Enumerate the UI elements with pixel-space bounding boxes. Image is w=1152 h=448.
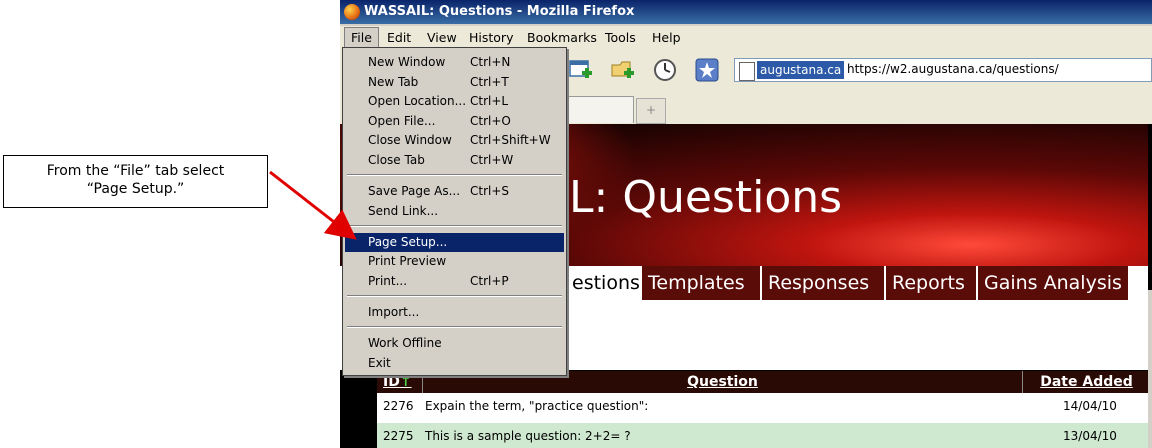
cell-question: This is a sample question: 2+2= ?	[425, 429, 631, 443]
menu-item-label: Print...	[368, 274, 408, 288]
callout-line-2: “Page Setup.”	[86, 181, 185, 197]
menu-separator	[347, 174, 562, 176]
menu-item-label: Open File...	[368, 114, 436, 128]
cell-question: Expain the term, "practice question":	[425, 399, 649, 413]
new-window-icon[interactable]	[568, 57, 594, 83]
url-text[interactable]: https://w2.augustana.ca/questions/	[847, 62, 1059, 76]
menu-item-save-page-as[interactable]: Save Page As... Ctrl+S	[345, 182, 564, 201]
cell-id: 2275	[383, 429, 414, 443]
menu-item-label: Close Tab	[368, 153, 425, 167]
cell-id: 2276	[383, 399, 414, 413]
firefox-logo-icon	[344, 4, 360, 20]
menu-item-shortcut: Ctrl+P	[470, 274, 509, 288]
cell-date: 14/04/10	[1063, 399, 1117, 413]
menu-item-label: Page Setup...	[368, 235, 448, 249]
menu-bar: File Edit View History Bookmarks Tools H…	[340, 26, 1152, 48]
nav-tab-gains-analysis[interactable]: Gains Analysis	[978, 266, 1130, 300]
menu-item-label: Save Page As...	[368, 184, 461, 198]
menu-item-shortcut: Ctrl+W	[470, 153, 514, 167]
menu-item-label: Close Window	[368, 133, 452, 147]
table-row[interactable]: 2275 This is a sample question: 2+2= ? 1…	[377, 423, 1148, 448]
url-bar[interactable]: augustana.ca https://w2.augustana.ca/que…	[734, 58, 1152, 82]
new-tab-button[interactable]: +	[636, 98, 666, 124]
menu-item-exit[interactable]: Exit	[345, 354, 564, 373]
new-tab-icon[interactable]	[610, 57, 636, 83]
menu-item-import[interactable]: Import...	[345, 303, 564, 322]
menu-edit[interactable]: Edit	[387, 30, 411, 45]
menu-item-open-location[interactable]: Open Location... Ctrl+L	[345, 92, 564, 111]
menu-item-shortcut: Ctrl+L	[470, 94, 509, 108]
menu-item-print[interactable]: Print... Ctrl+P	[345, 272, 564, 291]
site-identity[interactable]: augustana.ca	[757, 61, 845, 79]
menu-item-label: New Tab	[368, 75, 419, 89]
menu-history[interactable]: History	[469, 30, 513, 45]
menu-item-page-setup[interactable]: Page Setup...	[345, 233, 564, 252]
col-header-id-label: ID	[383, 374, 400, 390]
col-header-date-added[interactable]: Date Added	[1025, 371, 1148, 393]
menu-item-work-offline[interactable]: Work Offline	[345, 334, 564, 353]
menu-item-label: Exit	[368, 356, 391, 370]
menu-item-label: Import...	[368, 305, 420, 319]
page-icon	[739, 62, 755, 81]
nav-tab-templates[interactable]: Templates	[642, 266, 762, 300]
menu-item-label: Open Location...	[368, 94, 467, 108]
menu-file[interactable]: File	[344, 27, 379, 48]
nav-tab-responses[interactable]: Responses	[762, 266, 886, 300]
menu-item-new-tab[interactable]: New Tab Ctrl+T	[345, 73, 564, 92]
callout-line-1: From the “File” tab select	[46, 163, 225, 179]
nav-tab-reports[interactable]: Reports	[886, 266, 978, 300]
menu-item-open-file[interactable]: Open File... Ctrl+O	[345, 112, 564, 131]
menu-separator	[347, 225, 562, 227]
table-row[interactable]: 2276 Expain the term, "practice question…	[377, 393, 1148, 419]
menu-view[interactable]: View	[427, 30, 457, 45]
menu-tools[interactable]: Tools	[605, 30, 636, 45]
banner-title: L: Questions	[569, 172, 843, 223]
menu-item-shortcut: Ctrl+T	[470, 75, 509, 89]
menu-item-shortcut: Ctrl+O	[470, 114, 511, 128]
menu-separator	[347, 295, 562, 297]
sort-arrow-up-icon: ↑	[399, 374, 412, 390]
menu-separator	[347, 326, 562, 328]
file-menu-dropdown: New Window Ctrl+N New Tab Ctrl+T Open Loca…	[342, 47, 567, 376]
nav-tab-questions[interactable]: estions	[566, 266, 640, 300]
window-title: WASSAIL: Questions - Mozilla Firefox	[364, 4, 635, 19]
menu-item-label: Send Link...	[368, 204, 439, 218]
history-clock-icon[interactable]	[652, 57, 678, 83]
menu-item-shortcut: Ctrl+S	[470, 184, 510, 198]
menu-item-label: Work Offline	[368, 336, 442, 350]
menu-help[interactable]: Help	[652, 30, 681, 45]
menu-item-print-preview[interactable]: Print Preview	[345, 252, 564, 271]
menu-item-send-link[interactable]: Send Link...	[345, 202, 564, 221]
cell-date: 13/04/10	[1063, 429, 1117, 443]
bookmark-star-icon[interactable]	[694, 57, 720, 83]
vertical-scrollbar[interactable]	[1148, 290, 1152, 448]
menu-item-new-window[interactable]: New Window Ctrl+N	[345, 53, 564, 72]
menu-item-shortcut: Ctrl+Shift+W	[470, 133, 551, 147]
menu-item-close-tab[interactable]: Close Tab Ctrl+W	[345, 151, 564, 170]
menu-bookmarks[interactable]: Bookmarks	[527, 30, 597, 45]
menu-item-label: New Window	[368, 55, 446, 69]
title-bar: WASSAIL: Questions - Mozilla Firefox	[340, 0, 1152, 24]
browser-tab[interactable]	[560, 96, 634, 123]
instruction-callout: From the “File” tab select “Page Setup.”	[3, 155, 268, 208]
questions-table: ID↑ Question Date Added 2276 Expain the …	[377, 371, 1148, 448]
menu-item-label: Print Preview	[368, 254, 447, 268]
menu-item-close-window[interactable]: Close Window Ctrl+Shift+W	[345, 131, 564, 150]
menu-item-shortcut: Ctrl+N	[470, 55, 511, 69]
